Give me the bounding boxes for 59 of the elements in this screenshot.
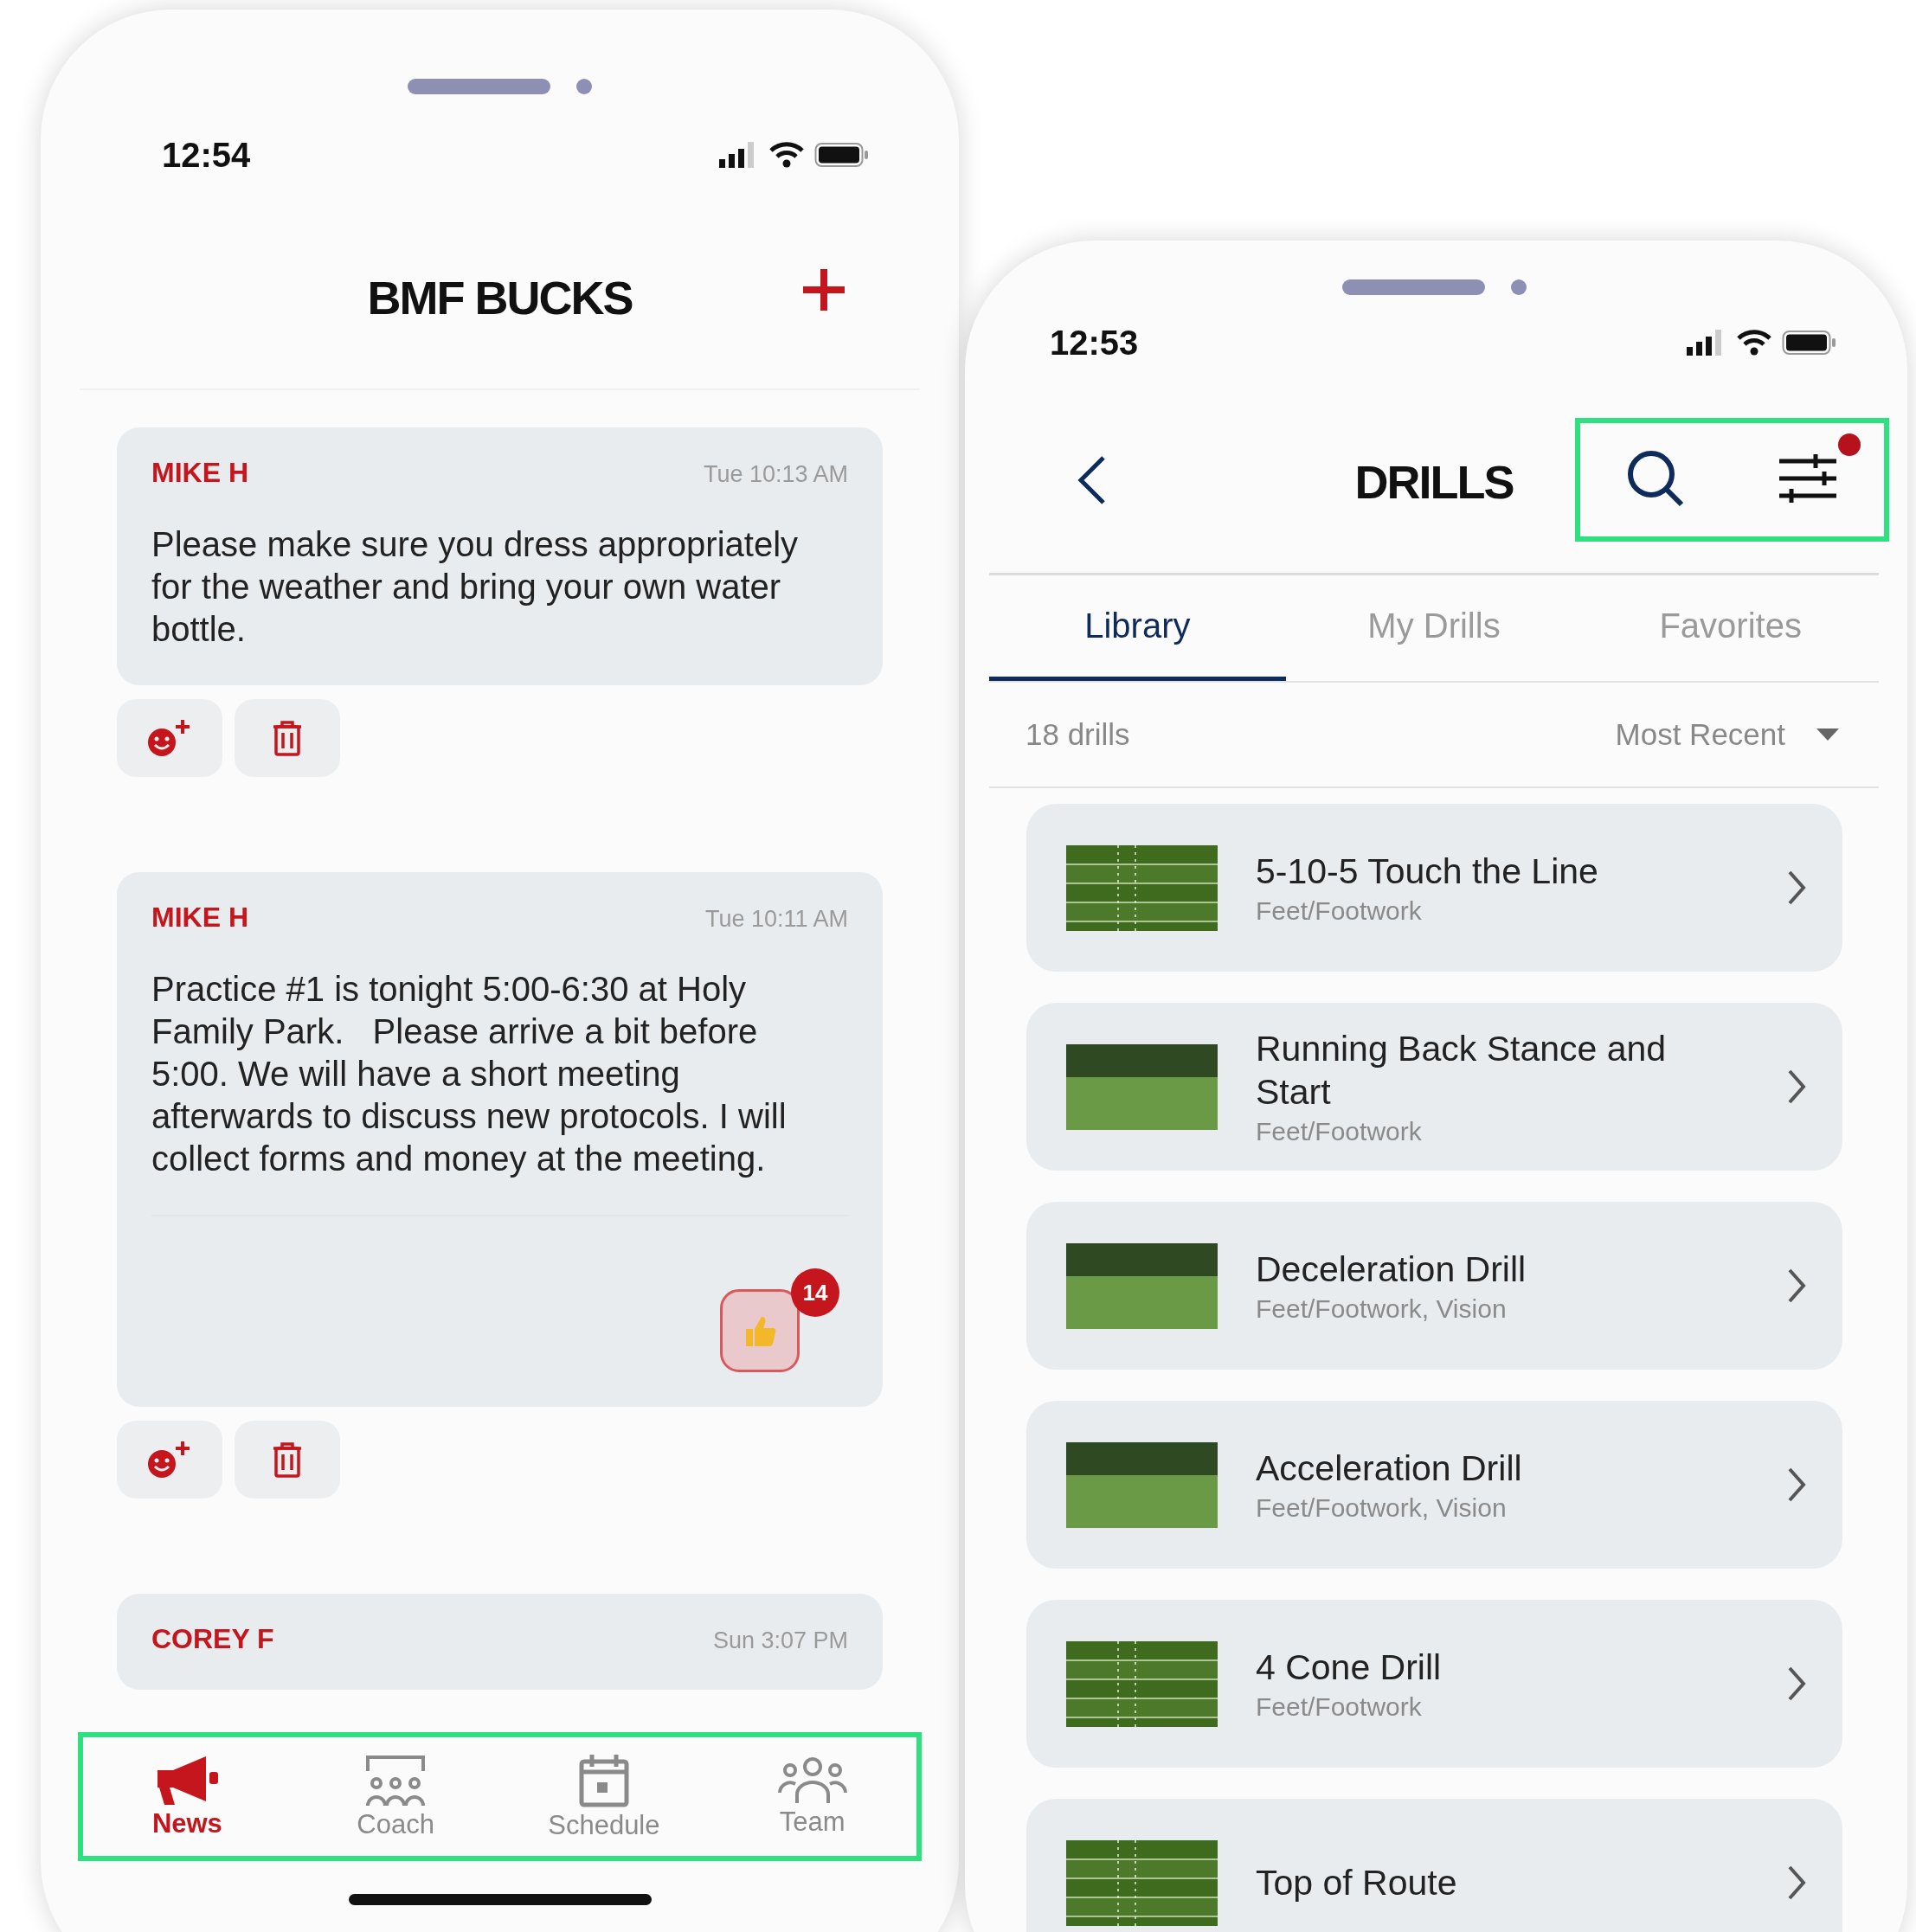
team-icon [777, 1755, 847, 1805]
post-time: Sun 3:07 PM [712, 1627, 848, 1654]
add-icon[interactable] [801, 267, 846, 312]
author-name: MIKE H [151, 457, 248, 489]
drill-category: Feet/Footwork [1256, 896, 1423, 926]
drill-title: Top of Route [1256, 1862, 1458, 1904]
drill-title: Running Back Stance and Start [1256, 1028, 1668, 1114]
screen-title: DRILLS [1354, 454, 1514, 509]
sliders-icon [1777, 452, 1838, 504]
status-time: 12:54 [162, 135, 252, 175]
nav-tab[interactable]: News [100, 1753, 274, 1840]
chevron-right-icon [1787, 1666, 1806, 1702]
drill-category: Feet/Footwork, Vision [1256, 1493, 1508, 1523]
chevron-right-icon [1787, 1467, 1806, 1503]
battery-icon [814, 142, 868, 168]
add-reaction-button[interactable] [117, 1421, 222, 1499]
drill-card[interactable]: Deceleration Drill Feet/Footwork, Vision [1026, 1202, 1842, 1370]
post-time: Tue 10:11 AM [704, 906, 848, 933]
camera-dot [1510, 279, 1527, 295]
drill-card[interactable]: Acceleration Drill Feet/Footwork, Vision [1026, 1401, 1842, 1569]
message-text: Please make sure you dress appropriately for the weather and bring your own water bottle. [151, 524, 800, 650]
drill-card[interactable]: Top of Route [1026, 1799, 1842, 1932]
drill-card[interactable]: 5-10-5 Touch the Line Feet/Footwork [1026, 804, 1842, 972]
wifi-icon [1737, 330, 1771, 356]
tab[interactable]: Library [989, 575, 1286, 681]
trash-icon [272, 720, 303, 756]
drill-title: Deceleration Drill [1256, 1248, 1527, 1291]
drill-category: Feet/Footwork [1256, 1692, 1423, 1722]
trash-icon [272, 1441, 303, 1478]
drill-category: Feet/Footwork, Vision [1256, 1294, 1508, 1324]
search-icon [1626, 449, 1686, 508]
caret-icon [1816, 729, 1839, 741]
camera-dot [576, 79, 592, 94]
drill-card[interactable]: 4 Cone Drill Feet/Footwork [1026, 1600, 1842, 1768]
delete-button[interactable] [235, 1421, 340, 1499]
screen-title: BMF BUCKS [367, 271, 633, 324]
status-time: 12:53 [1050, 323, 1140, 363]
author-name: COREY F [151, 1623, 274, 1655]
drill-card[interactable]: Running Back Stance and Start Feet/Footwork [1026, 1003, 1842, 1171]
battery-icon [1782, 330, 1836, 356]
chevron-right-icon [1787, 1069, 1806, 1105]
drill-category: Feet/Footwork [1256, 1117, 1423, 1146]
chevron-right-icon [1787, 1865, 1806, 1901]
delete-button[interactable] [235, 699, 340, 777]
reaction-button[interactable] [720, 1289, 800, 1372]
back-chevron-icon [1076, 454, 1107, 506]
chevron-right-icon [1787, 870, 1806, 906]
add-reaction-button[interactable] [117, 699, 222, 777]
drill-count: 18 drills [1026, 717, 1130, 752]
chevron-right-icon [1787, 1268, 1806, 1304]
drill-title: 5-10-5 Touch the Line [1256, 850, 1599, 893]
author-name: MIKE H [151, 902, 248, 934]
wifi-icon [769, 142, 804, 168]
reaction-count: 14 [791, 1268, 839, 1317]
drill-title: 4 Cone Drill [1256, 1646, 1443, 1689]
calendar-icon [577, 1752, 630, 1808]
message-text: Practice #1 is tonight 5:00-6:30 at Holy Family Park. Please arrive a bit before 5:00. We will have a short meeting afterwards to discuss new protocols. I will collect forms and money at the meeting. [151, 969, 788, 1179]
post-time: Tue 10:13 AM [703, 461, 848, 488]
drill-title: Acceleration Drill [1256, 1447, 1523, 1490]
